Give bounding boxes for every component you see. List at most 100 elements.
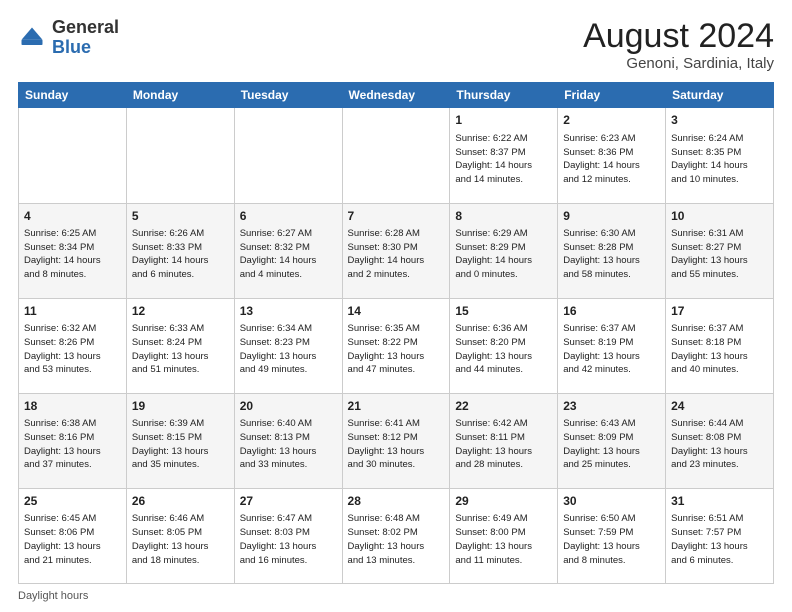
logo-general: General: [52, 17, 119, 37]
day-info: Sunrise: 6:38 AM Sunset: 8:16 PM Dayligh…: [24, 417, 121, 472]
calendar-cell: 2Sunrise: 6:23 AM Sunset: 8:36 PM Daylig…: [558, 108, 666, 203]
weekday-header-cell: Saturday: [666, 83, 774, 108]
calendar-cell: 29Sunrise: 6:49 AM Sunset: 8:00 PM Dayli…: [450, 488, 558, 583]
day-info: Sunrise: 6:37 AM Sunset: 8:19 PM Dayligh…: [563, 322, 660, 377]
calendar-cell: 22Sunrise: 6:42 AM Sunset: 8:11 PM Dayli…: [450, 393, 558, 488]
day-info: Sunrise: 6:50 AM Sunset: 7:59 PM Dayligh…: [563, 512, 660, 567]
day-info: Sunrise: 6:27 AM Sunset: 8:32 PM Dayligh…: [240, 227, 337, 282]
calendar-cell: 11 Sunrise: 6:32 AM Sunset: 8:26 PM Dayli…: [19, 298, 127, 393]
day-info: Sunrise: 6:37 AM Sunset: 8:18 PM Dayligh…: [671, 322, 768, 377]
day-info: Sunrise: 6:22 AM Sunset: 8:37 PM Dayligh…: [455, 132, 552, 187]
calendar-table: SundayMondayTuesdayWednesdayThursdayFrid…: [18, 82, 774, 584]
day-number: 23: [563, 398, 660, 415]
day-number: 30: [563, 493, 660, 510]
weekday-header-cell: Thursday: [450, 83, 558, 108]
calendar-cell: 12 Sunrise: 6:33 AM Sunset: 8:24 PM Dayli…: [126, 298, 234, 393]
day-info: Sunrise: 6:40 AM Sunset: 8:13 PM Dayligh…: [240, 417, 337, 472]
day-number: 3: [671, 112, 768, 129]
calendar-week-row: 11 Sunrise: 6:32 AM Sunset: 8:26 PM Dayli…: [19, 298, 774, 393]
calendar-cell: 31 Sunrise: 6:51 AM Sunset: 7:57 PM Dayli…: [666, 488, 774, 583]
title-block: August 2024 Genoni, Sardinia, Italy: [583, 18, 774, 72]
header: General Blue August 2024 Genoni, Sardini…: [18, 18, 774, 72]
day-info: Sunrise: 6:44 AM Sunset: 8:08 PM Dayligh…: [671, 417, 768, 472]
calendar-cell: 28Sunrise: 6:48 AM Sunset: 8:02 PM Dayli…: [342, 488, 450, 583]
day-info: Sunrise: 6:29 AM Sunset: 8:29 PM Dayligh…: [455, 227, 552, 282]
weekday-header-cell: Sunday: [19, 83, 127, 108]
calendar-cell: 18Sunrise: 6:38 AM Sunset: 8:16 PM Dayli…: [19, 393, 127, 488]
day-info: Sunrise: 6:24 AM Sunset: 8:35 PM Dayligh…: [671, 132, 768, 187]
calendar-cell: 21Sunrise: 6:41 AM Sunset: 8:12 PM Dayli…: [342, 393, 450, 488]
calendar-cell: 19 Sunrise: 6:39 AM Sunset: 8:15 PM Dayli…: [126, 393, 234, 488]
day-number: 10: [671, 208, 768, 225]
calendar-week-row: 18Sunrise: 6:38 AM Sunset: 8:16 PM Dayli…: [19, 393, 774, 488]
day-number: 12: [132, 303, 229, 320]
day-number: 17: [671, 303, 768, 320]
day-number: 6: [240, 208, 337, 225]
day-number: 20: [240, 398, 337, 415]
calendar-body: 1Sunrise: 6:22 AM Sunset: 8:37 PM Daylig…: [19, 108, 774, 584]
footer-label: Daylight hours: [18, 590, 88, 602]
calendar-cell: 3 Sunrise: 6:24 AM Sunset: 8:35 PM Daylig…: [666, 108, 774, 203]
day-number: 5: [132, 208, 229, 225]
calendar-cell: 23Sunrise: 6:43 AM Sunset: 8:09 PM Dayli…: [558, 393, 666, 488]
calendar-cell: 10 Sunrise: 6:31 AM Sunset: 8:27 PM Dayli…: [666, 203, 774, 298]
day-info: Sunrise: 6:41 AM Sunset: 8:12 PM Dayligh…: [348, 417, 445, 472]
calendar-cell: 25Sunrise: 6:45 AM Sunset: 8:06 PM Dayli…: [19, 488, 127, 583]
weekday-header-row: SundayMondayTuesdayWednesdayThursdayFrid…: [19, 83, 774, 108]
logo-text: General Blue: [52, 18, 119, 58]
day-number: 31: [671, 493, 768, 510]
day-info: Sunrise: 6:32 AM Sunset: 8:26 PM Dayligh…: [24, 322, 121, 377]
day-number: 13: [240, 303, 337, 320]
day-info: Sunrise: 6:35 AM Sunset: 8:22 PM Dayligh…: [348, 322, 445, 377]
footer: Daylight hours: [18, 590, 774, 602]
calendar-cell: 16 Sunrise: 6:37 AM Sunset: 8:19 PM Dayli…: [558, 298, 666, 393]
calendar-cell: 24Sunrise: 6:44 AM Sunset: 8:08 PM Dayli…: [666, 393, 774, 488]
calendar-cell: 9 Sunrise: 6:30 AM Sunset: 8:28 PM Daylig…: [558, 203, 666, 298]
calendar-week-row: 1Sunrise: 6:22 AM Sunset: 8:37 PM Daylig…: [19, 108, 774, 203]
day-info: Sunrise: 6:30 AM Sunset: 8:28 PM Dayligh…: [563, 227, 660, 282]
day-info: Sunrise: 6:39 AM Sunset: 8:15 PM Dayligh…: [132, 417, 229, 472]
day-number: 26: [132, 493, 229, 510]
day-info: Sunrise: 6:47 AM Sunset: 8:03 PM Dayligh…: [240, 512, 337, 567]
calendar-cell: 14 Sunrise: 6:35 AM Sunset: 8:22 PM Dayli…: [342, 298, 450, 393]
day-info: Sunrise: 6:42 AM Sunset: 8:11 PM Dayligh…: [455, 417, 552, 472]
day-number: 16: [563, 303, 660, 320]
day-info: Sunrise: 6:25 AM Sunset: 8:34 PM Dayligh…: [24, 227, 121, 282]
day-info: Sunrise: 6:49 AM Sunset: 8:00 PM Dayligh…: [455, 512, 552, 567]
day-number: 4: [24, 208, 121, 225]
day-info: Sunrise: 6:45 AM Sunset: 8:06 PM Dayligh…: [24, 512, 121, 567]
calendar-cell: 30 Sunrise: 6:50 AM Sunset: 7:59 PM Dayli…: [558, 488, 666, 583]
page: General Blue August 2024 Genoni, Sardini…: [0, 0, 792, 612]
day-number: 8: [455, 208, 552, 225]
calendar-cell: 7Sunrise: 6:28 AM Sunset: 8:30 PM Daylig…: [342, 203, 450, 298]
calendar-cell: [19, 108, 127, 203]
day-info: Sunrise: 6:26 AM Sunset: 8:33 PM Dayligh…: [132, 227, 229, 282]
day-info: Sunrise: 6:28 AM Sunset: 8:30 PM Dayligh…: [348, 227, 445, 282]
calendar-cell: [342, 108, 450, 203]
calendar-cell: 5 Sunrise: 6:26 AM Sunset: 8:33 PM Daylig…: [126, 203, 234, 298]
day-info: Sunrise: 6:36 AM Sunset: 8:20 PM Dayligh…: [455, 322, 552, 377]
logo-blue: Blue: [52, 37, 91, 57]
day-info: Sunrise: 6:33 AM Sunset: 8:24 PM Dayligh…: [132, 322, 229, 377]
calendar-week-row: 25Sunrise: 6:45 AM Sunset: 8:06 PM Dayli…: [19, 488, 774, 583]
day-number: 28: [348, 493, 445, 510]
day-info: Sunrise: 6:51 AM Sunset: 7:57 PM Dayligh…: [671, 512, 768, 567]
day-number: 9: [563, 208, 660, 225]
logo-icon: [18, 24, 46, 52]
weekday-header-cell: Friday: [558, 83, 666, 108]
day-number: 27: [240, 493, 337, 510]
day-info: Sunrise: 6:31 AM Sunset: 8:27 PM Dayligh…: [671, 227, 768, 282]
day-number: 19: [132, 398, 229, 415]
calendar-cell: 13 Sunrise: 6:34 AM Sunset: 8:23 PM Dayli…: [234, 298, 342, 393]
month-year: August 2024: [583, 18, 774, 55]
calendar-cell: 1Sunrise: 6:22 AM Sunset: 8:37 PM Daylig…: [450, 108, 558, 203]
calendar-cell: 20 Sunrise: 6:40 AM Sunset: 8:13 PM Dayli…: [234, 393, 342, 488]
calendar-week-row: 4 Sunrise: 6:25 AM Sunset: 8:34 PM Daylig…: [19, 203, 774, 298]
weekday-header-cell: Wednesday: [342, 83, 450, 108]
calendar-cell: 26Sunrise: 6:46 AM Sunset: 8:05 PM Dayli…: [126, 488, 234, 583]
day-info: Sunrise: 6:34 AM Sunset: 8:23 PM Dayligh…: [240, 322, 337, 377]
calendar-cell: 4 Sunrise: 6:25 AM Sunset: 8:34 PM Daylig…: [19, 203, 127, 298]
day-number: 14: [348, 303, 445, 320]
day-number: 11: [24, 303, 121, 320]
calendar-cell: 17 Sunrise: 6:37 AM Sunset: 8:18 PM Dayli…: [666, 298, 774, 393]
